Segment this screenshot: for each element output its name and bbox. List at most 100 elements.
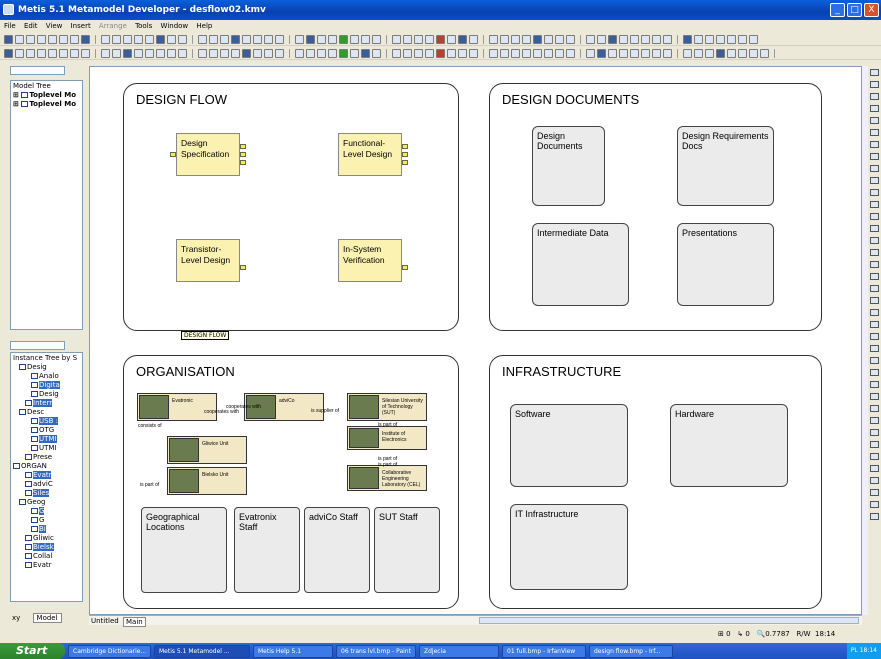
functional-level-design-node[interactable]: Functional-Level Design [338, 133, 402, 176]
toolbar-button-icon[interactable] [425, 48, 434, 58]
toolbar-button-icon[interactable] [566, 48, 575, 58]
toolbar-button-icon[interactable] [738, 48, 747, 58]
task-cambridge[interactable]: Cambridge Dictionarie... [68, 644, 151, 658]
instance-tree-item[interactable]: ORGAN [11, 462, 82, 471]
toolbar-button-icon[interactable] [483, 34, 484, 44]
toolbar-button-icon[interactable] [4, 48, 13, 58]
menu-insert[interactable]: Insert [71, 22, 91, 30]
toolbar-button-icon[interactable] [264, 34, 273, 44]
tab-xy[interactable]: xy [12, 614, 20, 622]
maximize-button[interactable]: □ [847, 3, 862, 17]
toolbar-button-icon[interactable] [361, 48, 370, 58]
toolbar-button-icon[interactable] [469, 48, 478, 58]
toolbar-button-icon[interactable] [361, 34, 370, 44]
toolbar-button-icon[interactable] [112, 48, 121, 58]
toolbar-button-icon[interactable] [489, 48, 498, 58]
instance-tree-item[interactable]: Interr [11, 399, 82, 408]
instance-tree-item[interactable]: OTG [11, 426, 82, 435]
menu-tools[interactable]: Tools [135, 22, 152, 30]
palette-shape-icon[interactable] [870, 429, 879, 436]
toolbar-button-icon[interactable] [683, 34, 692, 44]
toolbar-button-icon[interactable] [414, 34, 423, 44]
toolbar-button-icon[interactable] [586, 34, 595, 44]
tree-item-toplevel-1[interactable]: ⊞ Toplevel Mo [11, 91, 82, 100]
instance-tree-item[interactable]: Analo [11, 372, 82, 381]
task-paint[interactable]: 06 trans lvl.bmp - Paint [336, 644, 416, 658]
toolbar-button-icon[interactable] [209, 48, 218, 58]
instance-tree-item[interactable]: Evatr [11, 471, 82, 480]
toolbar-button-icon[interactable] [198, 34, 207, 44]
evatronix-staff-node[interactable]: Evatronix Staff [234, 507, 300, 593]
toolbar-button-icon[interactable] [156, 48, 165, 58]
instance-tree-item[interactable]: Desig [11, 390, 82, 399]
tree-item-toplevel-2[interactable]: ⊞ Toplevel Mo [11, 100, 82, 109]
palette-shape-icon[interactable] [870, 153, 879, 160]
instance-tree-item[interactable]: Geog [11, 498, 82, 507]
toolbar-button-icon[interactable] [705, 48, 714, 58]
toolbar-button-icon[interactable] [555, 34, 564, 44]
design-documents-container[interactable]: DESIGN DOCUMENTS Design Documents Design… [489, 83, 822, 331]
org-unit-cel[interactable]: Collaborative Engineering Laboratory (CE… [347, 465, 427, 491]
menu-file[interactable]: File [4, 22, 16, 30]
in-system-verification-node[interactable]: In-System Verification [338, 239, 402, 282]
toolbar-button-icon[interactable] [749, 48, 758, 58]
toolbar-button-icon[interactable] [555, 48, 564, 58]
output-port[interactable] [240, 152, 246, 157]
app-icon[interactable] [3, 4, 14, 15]
toolbar-button-icon[interactable] [48, 34, 57, 44]
transistor-level-design-node[interactable]: Transistor-Level Design [176, 239, 240, 282]
instance-tree-item[interactable]: Digita [11, 381, 82, 390]
instance-tree-item[interactable]: USB : [11, 417, 82, 426]
instance-tree-item[interactable]: Gliwic [11, 534, 82, 543]
toolbar-button-icon[interactable] [392, 48, 401, 58]
palette-shape-icon[interactable] [870, 369, 879, 376]
toolbar-button-icon[interactable] [295, 48, 304, 58]
toolbar-button-icon[interactable] [328, 48, 337, 58]
toolbar-button-icon[interactable] [677, 34, 678, 44]
org-unit-sut[interactable]: Silesian University of Technology (SUT) [347, 393, 427, 421]
palette-shape-icon[interactable] [870, 465, 879, 472]
start-button[interactable]: Start [0, 643, 65, 659]
tab-untitled[interactable]: Untitled [91, 617, 119, 625]
toolbar-button-icon[interactable] [70, 48, 79, 58]
toolbar-button-icon[interactable] [372, 48, 381, 58]
instance-tree-item[interactable]: Prese [11, 453, 82, 462]
palette-shape-icon[interactable] [870, 69, 879, 76]
organisation-container[interactable]: ORGANISATION Evatronic adviCo Silesian U… [123, 355, 459, 609]
output-port[interactable] [402, 160, 408, 165]
toolbar-button-icon[interactable] [630, 34, 639, 44]
toolbar-button-icon[interactable] [705, 34, 714, 44]
toolbar-button-icon[interactable] [134, 48, 143, 58]
toolbar-button-icon[interactable] [727, 48, 736, 58]
toolbar-button-icon[interactable] [522, 48, 531, 58]
toolbar-button-icon[interactable] [447, 48, 456, 58]
hardware-node[interactable]: Hardware [670, 404, 788, 487]
toolbar-button-icon[interactable] [48, 48, 57, 58]
toolbar-button-icon[interactable] [386, 34, 387, 44]
software-node[interactable]: Software [510, 404, 628, 487]
toolbar-button-icon[interactable] [608, 34, 617, 44]
toolbar-button-icon[interactable] [167, 34, 176, 44]
toolbar-button-icon[interactable] [436, 48, 445, 58]
toolbar-button-icon[interactable] [167, 48, 176, 58]
design-specification-node[interactable]: Design Specification [176, 133, 240, 176]
palette-shape-icon[interactable] [870, 489, 879, 496]
toolbar-button-icon[interactable] [386, 48, 387, 58]
palette-shape-icon[interactable] [870, 273, 879, 280]
toolbar-button-icon[interactable] [101, 34, 110, 44]
toolbar-button-icon[interactable] [608, 48, 617, 58]
instance-tree-item[interactable]: Collal [11, 552, 82, 561]
instance-tree-item[interactable]: Evatr [11, 561, 82, 570]
instance-tree-item[interactable]: Bi [11, 525, 82, 534]
toolbar-button-icon[interactable] [289, 34, 290, 44]
palette-shape-icon[interactable] [870, 189, 879, 196]
palette-shape-icon[interactable] [870, 225, 879, 232]
task-metis-metamodel[interactable]: Metis 5.1 Metamodel ... [154, 644, 250, 658]
model-tree-dropdown[interactable] [10, 66, 65, 75]
zoom-icon[interactable]: 🔍 [757, 630, 766, 638]
palette-shape-icon[interactable] [870, 213, 879, 220]
toolbar-button-icon[interactable] [694, 48, 703, 58]
toolbar-button-icon[interactable] [403, 34, 412, 44]
toolbar-button-icon[interactable] [533, 48, 542, 58]
toolbar-button-icon[interactable] [641, 48, 650, 58]
